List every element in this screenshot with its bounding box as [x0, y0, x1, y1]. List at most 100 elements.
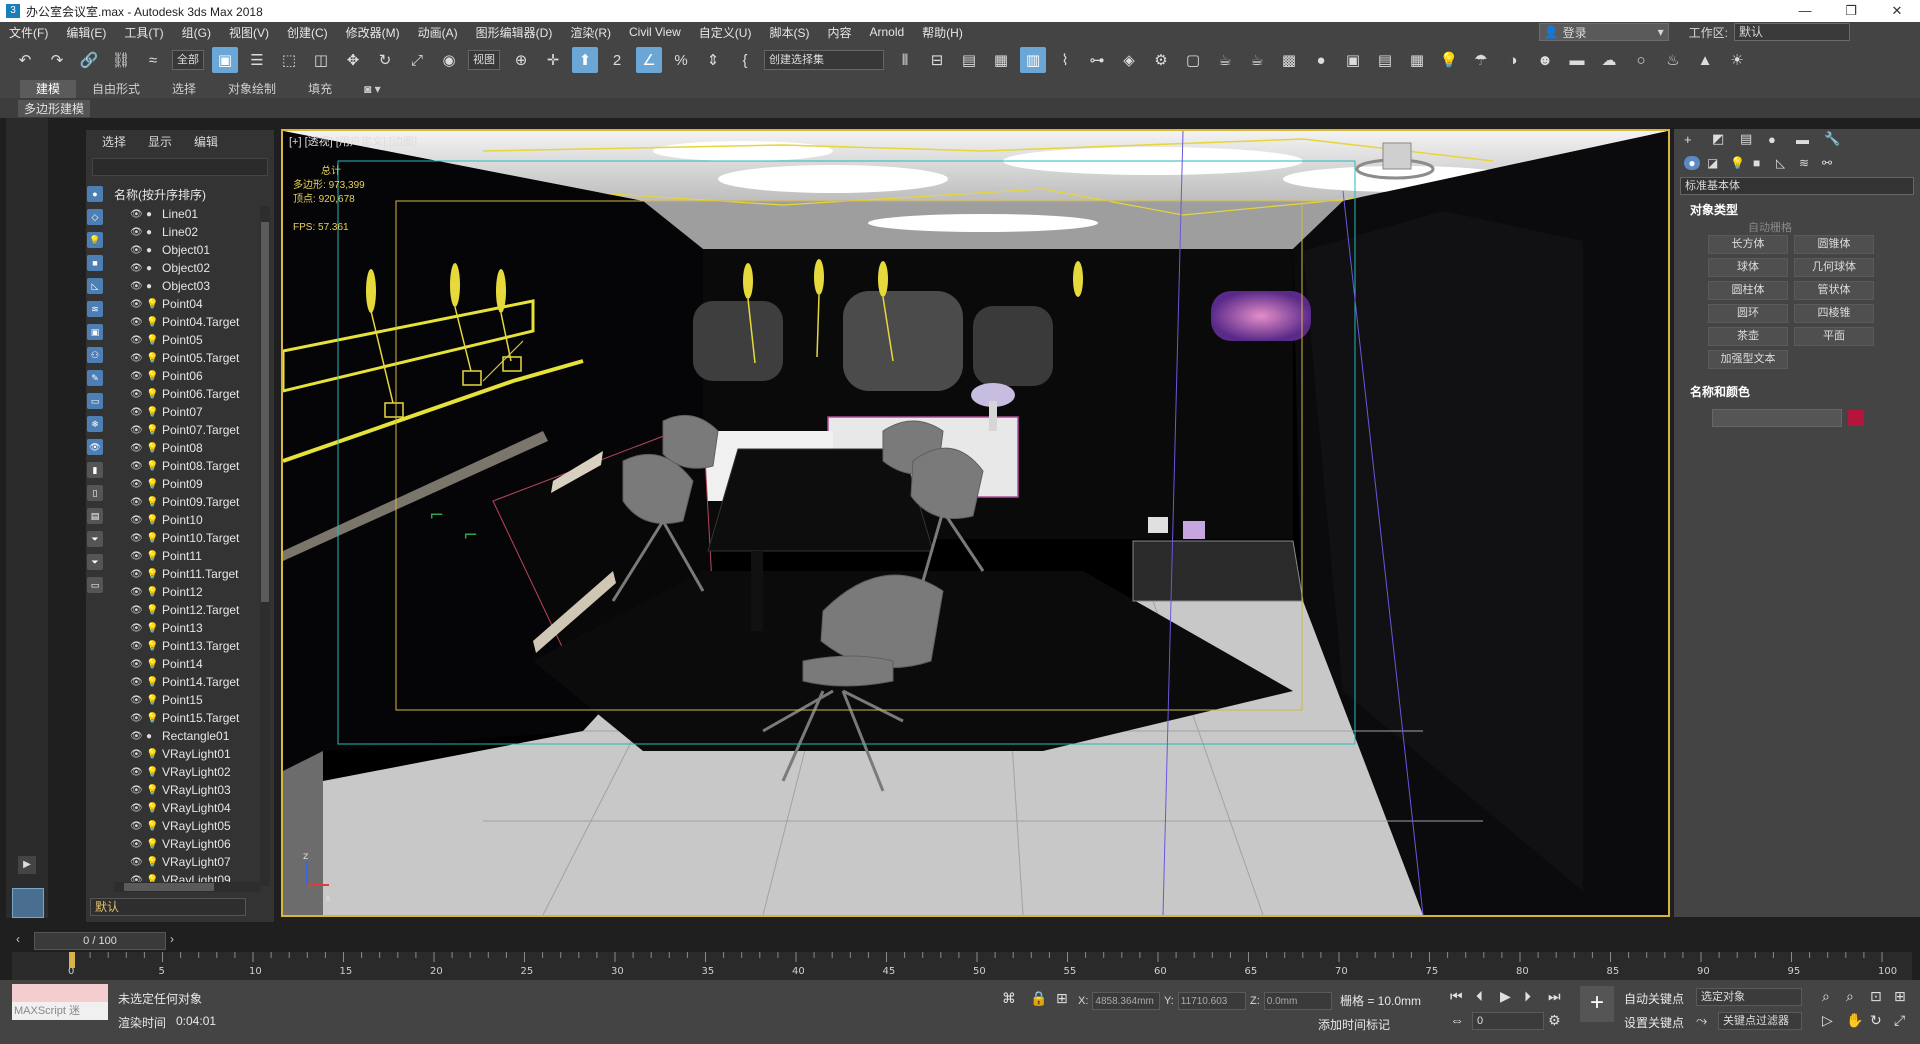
cylinder-button[interactable]: 圆柱体 — [1708, 281, 1788, 300]
display-tab-icon[interactable]: ▬ — [1796, 132, 1816, 147]
hierarchy-tab-icon[interactable]: ▤ — [1740, 131, 1760, 147]
display-all-icon[interactable]: ▮ — [87, 462, 103, 478]
tab-populate[interactable]: 填充 — [292, 80, 348, 98]
visibility-eye-icon[interactable]: 👁 — [130, 443, 143, 454]
menu-file[interactable]: 文件(F) — [0, 24, 57, 41]
selected-object-dropdown[interactable]: 选定对象 — [1696, 988, 1802, 1006]
utilities-tab-icon[interactable]: 🔧 — [1824, 131, 1844, 147]
reference-coord-dropdown[interactable]: 视图 — [468, 50, 500, 70]
explorer-horizontal-scrollbar[interactable] — [114, 882, 260, 892]
mirror-icon[interactable]: ⫴ — [892, 47, 918, 73]
y-coordinate-field[interactable] — [1177, 992, 1246, 1010]
pivot-icon[interactable]: ⊕ — [508, 47, 534, 73]
invert-display-icon[interactable]: ▤ — [87, 508, 103, 524]
filter-bones-icon[interactable]: ✎ — [87, 370, 103, 386]
menu-scripting[interactable]: 脚本(S) — [760, 24, 818, 41]
orbit-icon[interactable]: ↻ — [1870, 1012, 1882, 1029]
rect-selection-icon[interactable]: ⬚ — [276, 47, 302, 73]
filter-hidden-icon[interactable]: 👁 — [87, 439, 103, 455]
vray-frame-buffer-icon[interactable]: ● — [1308, 47, 1334, 73]
list-item[interactable]: 👁 💡 Point09.Target — [130, 493, 260, 511]
schematic-view-icon[interactable]: ⊶ — [1084, 47, 1110, 73]
visibility-eye-icon[interactable]: 👁 — [130, 407, 143, 418]
menu-group[interactable]: 组(G) — [173, 24, 220, 41]
time-slider-box[interactable]: 0 / 100 — [34, 932, 166, 950]
perspective-viewport[interactable]: ⌐ ⌐ x z [+] [透视] [用户定义] [边面] 总计 多边形: 973… — [281, 129, 1670, 917]
isolate-selection-icon[interactable]: ⌘ — [1002, 990, 1016, 1007]
menu-graph-editors[interactable]: 图形编辑器(D) — [467, 24, 562, 41]
sphere-button[interactable]: 球体 — [1708, 258, 1788, 277]
explorer-vertical-scrollbar[interactable] — [260, 206, 270, 886]
vray-dome-icon[interactable]: ☂ — [1468, 47, 1494, 73]
snaps-toggle-icon[interactable]: 2 — [604, 47, 630, 73]
vray-light-icon[interactable]: ▣ — [1340, 47, 1366, 73]
set-key-button[interactable]: 设置关键点 — [1624, 1014, 1684, 1031]
selection-lock-icon[interactable]: 🔒 — [1030, 990, 1047, 1007]
visibility-eye-icon[interactable]: 👁 — [130, 479, 143, 490]
login-dropdown[interactable]: 👤 登录 ▾ — [1538, 23, 1669, 41]
list-item[interactable]: 👁 💡 Point05 — [130, 331, 260, 349]
vray-teapot-icon[interactable]: ♨ — [1660, 47, 1686, 73]
plane-button[interactable]: 平面 — [1794, 327, 1874, 346]
list-item[interactable]: 👁 💡 Point08.Target — [130, 457, 260, 475]
x-coordinate-field[interactable] — [1092, 992, 1161, 1010]
list-item[interactable]: 👁 💡 Point15.Target — [130, 709, 260, 727]
ribbon-options-icon[interactable]: ◙ ▾ — [348, 80, 397, 98]
list-item[interactable]: 👁 💡 Point13 — [130, 619, 260, 637]
vray-lightbulb-icon[interactable]: 💡 — [1436, 47, 1462, 73]
pan-icon[interactable]: ✋ — [1846, 1012, 1863, 1029]
align-icon[interactable]: ⊟ — [924, 47, 950, 73]
z-coordinate-field[interactable] — [1263, 992, 1332, 1010]
render-setup-icon[interactable]: ⚙ — [1148, 47, 1174, 73]
render-production-icon[interactable]: ☕ — [1212, 47, 1238, 73]
visibility-eye-icon[interactable]: 👁 — [130, 767, 143, 778]
layer-dropdown[interactable]: 默认 — [90, 898, 246, 916]
named-selection-dropdown[interactable]: 创建选择集 — [764, 50, 884, 70]
filter-cameras-icon[interactable]: ■ — [87, 255, 103, 271]
go-to-end-icon[interactable]: ⏭ — [1548, 988, 1561, 1005]
vray-render-icon[interactable]: ▤ — [1372, 47, 1398, 73]
visibility-eye-icon[interactable]: 👁 — [130, 533, 143, 544]
play-icon[interactable]: ▶ — [1500, 988, 1511, 1005]
menu-rendering[interactable]: 渲染(R) — [561, 24, 620, 41]
list-item[interactable]: 👁 💡 VRayLight04 — [130, 799, 260, 817]
next-frame-icon[interactable]: ⏵ — [1524, 988, 1531, 1005]
helpers-icon[interactable]: ◺ — [1776, 156, 1792, 170]
visibility-eye-icon[interactable]: 👁 — [130, 857, 143, 868]
auto-key-button[interactable]: 自动关键点 — [1624, 990, 1684, 1007]
autogrid-checkbox[interactable]: 自动栅格 — [1678, 219, 1916, 235]
rendered-frame-icon[interactable]: ▢ — [1180, 47, 1206, 73]
list-item[interactable]: 👁 💡 Point13.Target — [130, 637, 260, 655]
tab-object-paint[interactable]: 对象绘制 — [212, 80, 292, 98]
edit-named-selection-icon[interactable]: { — [732, 47, 758, 73]
menu-civil-view[interactable]: Civil View — [620, 25, 690, 39]
track-bar[interactable]: 0 5 10 15 20 25 30 35 40 45 50 55 60 65 70 75 80 85 90 95 10… — [12, 952, 1912, 980]
menu-arnold[interactable]: Arnold — [860, 25, 913, 39]
visibility-eye-icon[interactable]: 👁 — [130, 677, 143, 688]
visibility-eye-icon[interactable]: 👁 — [130, 587, 143, 598]
select-by-name-icon[interactable]: ☰ — [244, 47, 270, 73]
minimize-button[interactable]: — — [1782, 0, 1828, 22]
window-crossing-icon[interactable]: ◫ — [308, 47, 334, 73]
list-item[interactable]: 👁 💡 Point11.Target — [130, 565, 260, 583]
add-time-tag[interactable]: 添加时间标记 — [1318, 1016, 1390, 1033]
rollout-object-type[interactable]: 对象类型 — [1678, 201, 1916, 219]
list-item[interactable]: 👁 💡 Point09 — [130, 475, 260, 493]
list-item[interactable]: 👁 💡 VRayLight05 — [130, 817, 260, 835]
object-name-input[interactable] — [1712, 409, 1842, 427]
visibility-eye-icon[interactable]: 👁 — [130, 299, 143, 310]
list-item[interactable]: 👁 💡 Point08 — [130, 439, 260, 457]
key-mode-icon[interactable]: ⇔ — [1450, 1012, 1464, 1028]
geosphere-button[interactable]: 几何球体 — [1794, 258, 1874, 277]
menu-tools[interactable]: 工具(T) — [115, 24, 172, 41]
spinner-snap-icon[interactable]: ⇕ — [700, 47, 726, 73]
placement-icon[interactable]: ◉ — [436, 47, 462, 73]
zoom-extents-all-icon[interactable]: ⊞ — [1894, 988, 1906, 1005]
filter-groups-icon[interactable]: ▣ — [87, 324, 103, 340]
viewport-layout-icon[interactable] — [12, 888, 44, 918]
modify-tab-icon[interactable]: ◩ — [1712, 131, 1732, 147]
current-frame-marker[interactable] — [69, 952, 75, 968]
layer-toggle-icon[interactable]: ▭ — [87, 577, 103, 593]
filter-lights-icon[interactable]: 💡 — [87, 232, 103, 248]
tab-selection[interactable]: 选择 — [156, 80, 212, 98]
